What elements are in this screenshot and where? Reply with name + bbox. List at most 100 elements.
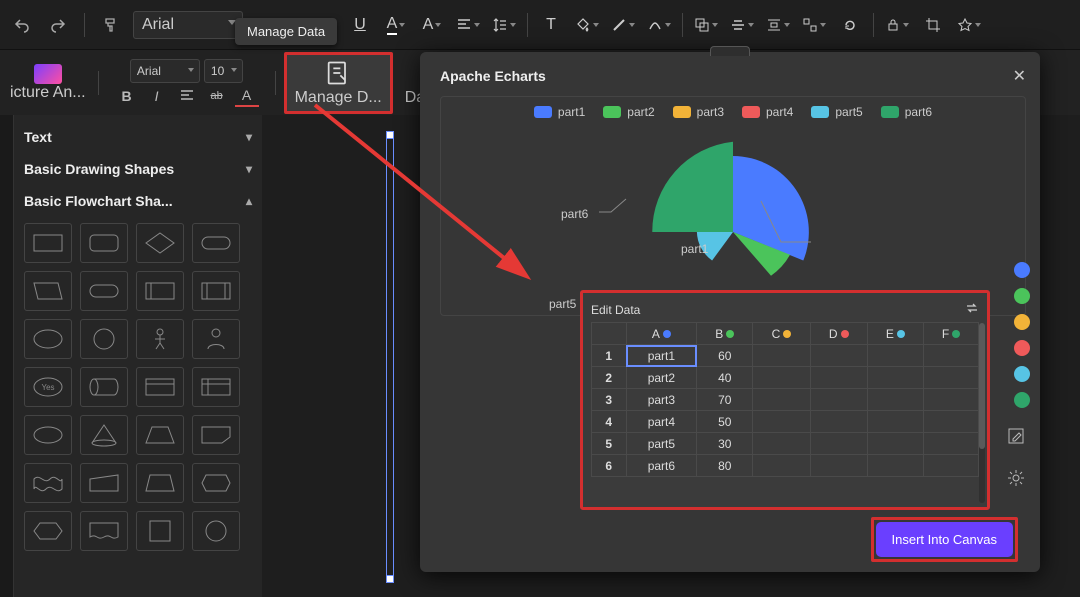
insert-into-canvas-button[interactable]: Insert Into Canvas <box>876 522 1014 557</box>
rotate-button[interactable] <box>833 10 867 40</box>
shape-offpage[interactable] <box>192 415 240 455</box>
highlight-button[interactable]: A <box>415 10 449 40</box>
theme-dot[interactable] <box>1014 366 1030 382</box>
table-scrollbar[interactable] <box>979 323 985 503</box>
manage-data-button[interactable]: Manage D... <box>284 52 393 114</box>
underline-button[interactable]: U <box>343 10 377 40</box>
cell[interactable]: 60 <box>697 345 753 367</box>
shape-trap2[interactable] <box>136 463 184 503</box>
ribbon-font-value: Arial <box>137 64 161 78</box>
cell[interactable]: 50 <box>697 411 753 433</box>
shape-subprocess-l[interactable] <box>136 271 184 311</box>
picture-annotation-group[interactable]: icture An... <box>6 60 90 106</box>
shape-roundrect[interactable] <box>80 223 128 263</box>
align-button[interactable] <box>451 10 485 40</box>
font-family-select[interactable]: Arial <box>133 11 243 39</box>
shape-rect[interactable] <box>24 223 72 263</box>
chevron-down-icon <box>188 68 194 72</box>
shape-subprocess-lr[interactable] <box>192 271 240 311</box>
ribbon-size-select[interactable]: 10 <box>204 59 243 83</box>
shape-manual[interactable] <box>80 463 128 503</box>
shape-table[interactable] <box>192 367 240 407</box>
chart-preview: part1 part2 part3 part4 part5 part6 part… <box>440 96 1026 316</box>
cell[interactable]: part6 <box>626 455 697 477</box>
leader-lines <box>441 97 1025 315</box>
connector-button[interactable] <box>642 10 676 40</box>
shape-parallelogram[interactable] <box>24 271 72 311</box>
favorite-button[interactable] <box>952 10 986 40</box>
shape-display[interactable] <box>192 463 240 503</box>
shape-blob[interactable] <box>24 415 72 455</box>
shape-doc[interactable] <box>80 511 128 551</box>
cell[interactable]: 30 <box>697 433 753 455</box>
lock-button[interactable] <box>880 10 914 40</box>
shape-circle[interactable] <box>80 319 128 359</box>
table-row: 6part680 <box>592 455 979 477</box>
selection-handle[interactable] <box>386 131 394 139</box>
section-basic-drawing[interactable]: Basic Drawing Shapes ▾ <box>24 153 252 185</box>
section-text[interactable]: Text ▾ <box>24 121 252 153</box>
ai-logo-icon <box>34 64 62 84</box>
shape-stadium[interactable] <box>192 223 240 263</box>
ribbon-bold-button[interactable]: B <box>115 85 139 107</box>
align-objects-button[interactable] <box>725 10 759 40</box>
shape-actor[interactable] <box>136 319 184 359</box>
theme-dot[interactable] <box>1014 288 1030 304</box>
shape-tape[interactable] <box>24 463 72 503</box>
chevron-down-icon: ▾ <box>246 130 252 144</box>
shape-circle2[interactable] <box>192 511 240 551</box>
stroke-button[interactable] <box>606 10 640 40</box>
format-painter-icon[interactable] <box>97 11 125 39</box>
theme-dot[interactable] <box>1014 340 1030 356</box>
arrange-button[interactable] <box>689 10 723 40</box>
cell[interactable]: part3 <box>626 389 697 411</box>
cell[interactable]: 40 <box>697 367 753 389</box>
shape-hex[interactable] <box>24 511 72 551</box>
cell[interactable]: part5 <box>626 433 697 455</box>
redo-icon[interactable] <box>44 11 72 39</box>
shape-ellipse[interactable] <box>24 319 72 359</box>
shape-capsule[interactable] <box>80 271 128 311</box>
shape-cylinder-h[interactable] <box>80 367 128 407</box>
edit-icon[interactable] <box>1002 422 1030 450</box>
theme-dot[interactable] <box>1014 314 1030 330</box>
group-button[interactable] <box>797 10 831 40</box>
shape-diamond[interactable] <box>136 223 184 263</box>
theme-dot[interactable] <box>1014 262 1030 278</box>
popup-drag-handle[interactable] <box>710 46 750 56</box>
ribbon-color-button[interactable]: A <box>235 85 259 107</box>
ribbon-italic-button[interactable]: I <box>145 85 169 107</box>
theme-dot[interactable] <box>1014 392 1030 408</box>
col-header: D <box>829 327 838 341</box>
ribbon-font-select[interactable]: Arial <box>130 59 200 83</box>
data-table[interactable]: A B C D E F 1part160 2part240 3part370 4… <box>591 322 979 477</box>
transpose-icon[interactable] <box>965 301 979 318</box>
gear-icon[interactable] <box>1002 464 1030 492</box>
shape-cone[interactable] <box>80 415 128 455</box>
table-row: 5part530 <box>592 433 979 455</box>
divider <box>275 71 276 95</box>
shape-person[interactable] <box>192 319 240 359</box>
undo-icon[interactable] <box>8 11 36 39</box>
ribbon-strike-button[interactable]: ab <box>205 85 229 107</box>
distribute-button[interactable] <box>761 10 795 40</box>
crop-button[interactable] <box>916 10 950 40</box>
selection-handle[interactable] <box>386 575 394 583</box>
shape-card[interactable] <box>136 367 184 407</box>
ribbon-align-button[interactable] <box>175 85 199 107</box>
shape-trapezoid[interactable] <box>136 415 184 455</box>
fill-button[interactable] <box>570 10 604 40</box>
font-color-button[interactable]: A <box>379 10 413 40</box>
section-label: Basic Flowchart Sha... <box>24 193 173 209</box>
shape-square[interactable] <box>136 511 184 551</box>
cell[interactable]: 80 <box>697 455 753 477</box>
text-tool-button[interactable]: T <box>534 10 568 40</box>
cell[interactable]: part2 <box>626 367 697 389</box>
cell[interactable]: part4 <box>626 411 697 433</box>
close-icon[interactable]: ✕ <box>1013 66 1026 86</box>
cell[interactable]: part1 <box>626 345 697 367</box>
section-basic-flowchart[interactable]: Basic Flowchart Sha... ▴ <box>24 185 252 217</box>
shape-yes[interactable]: Yes <box>24 367 72 407</box>
cell[interactable]: 70 <box>697 389 753 411</box>
line-spacing-button[interactable] <box>487 10 521 40</box>
